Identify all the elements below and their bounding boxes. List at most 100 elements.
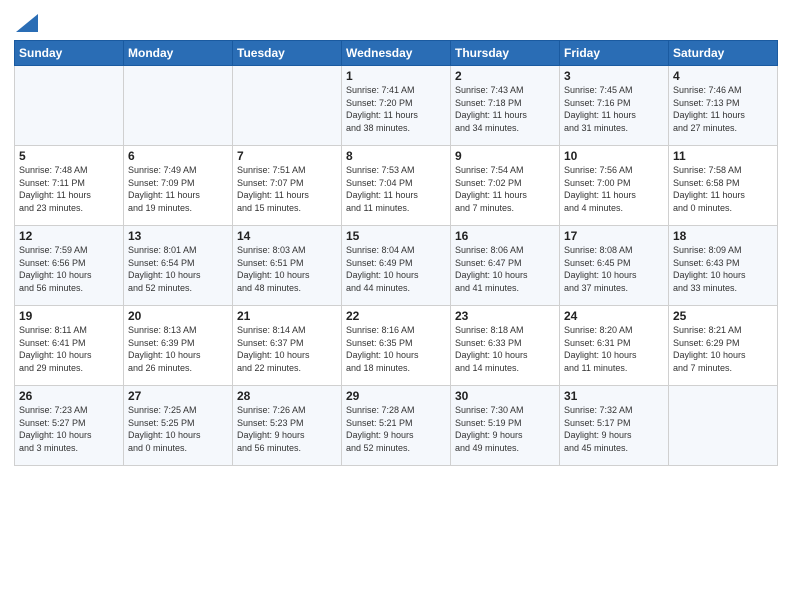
calendar-cell: 13Sunrise: 8:01 AM Sunset: 6:54 PM Dayli… xyxy=(124,226,233,306)
day-info: Sunrise: 8:09 AM Sunset: 6:43 PM Dayligh… xyxy=(673,244,773,294)
calendar-cell: 11Sunrise: 7:58 AM Sunset: 6:58 PM Dayli… xyxy=(669,146,778,226)
day-info: Sunrise: 7:46 AM Sunset: 7:13 PM Dayligh… xyxy=(673,84,773,134)
day-number: 22 xyxy=(346,309,446,323)
page-container: SundayMondayTuesdayWednesdayThursdayFrid… xyxy=(0,0,792,612)
day-number: 19 xyxy=(19,309,119,323)
day-number: 7 xyxy=(237,149,337,163)
calendar-cell xyxy=(15,66,124,146)
calendar-table: SundayMondayTuesdayWednesdayThursdayFrid… xyxy=(14,40,778,466)
day-info: Sunrise: 7:48 AM Sunset: 7:11 PM Dayligh… xyxy=(19,164,119,214)
day-number: 10 xyxy=(564,149,664,163)
day-number: 29 xyxy=(346,389,446,403)
day-number: 16 xyxy=(455,229,555,243)
week-row-3: 12Sunrise: 7:59 AM Sunset: 6:56 PM Dayli… xyxy=(15,226,778,306)
week-row-5: 26Sunrise: 7:23 AM Sunset: 5:27 PM Dayli… xyxy=(15,386,778,466)
calendar-body: 1Sunrise: 7:41 AM Sunset: 7:20 PM Daylig… xyxy=(15,66,778,466)
day-info: Sunrise: 7:49 AM Sunset: 7:09 PM Dayligh… xyxy=(128,164,228,214)
day-info: Sunrise: 8:11 AM Sunset: 6:41 PM Dayligh… xyxy=(19,324,119,374)
calendar-cell: 31Sunrise: 7:32 AM Sunset: 5:17 PM Dayli… xyxy=(560,386,669,466)
calendar-cell: 20Sunrise: 8:13 AM Sunset: 6:39 PM Dayli… xyxy=(124,306,233,386)
calendar-cell: 23Sunrise: 8:18 AM Sunset: 6:33 PM Dayli… xyxy=(451,306,560,386)
day-info: Sunrise: 8:06 AM Sunset: 6:47 PM Dayligh… xyxy=(455,244,555,294)
calendar-cell: 12Sunrise: 7:59 AM Sunset: 6:56 PM Dayli… xyxy=(15,226,124,306)
calendar-cell: 3Sunrise: 7:45 AM Sunset: 7:16 PM Daylig… xyxy=(560,66,669,146)
day-info: Sunrise: 7:56 AM Sunset: 7:00 PM Dayligh… xyxy=(564,164,664,214)
calendar-cell: 27Sunrise: 7:25 AM Sunset: 5:25 PM Dayli… xyxy=(124,386,233,466)
day-info: Sunrise: 7:51 AM Sunset: 7:07 PM Dayligh… xyxy=(237,164,337,214)
logo-icon xyxy=(16,14,38,32)
day-number: 6 xyxy=(128,149,228,163)
day-number: 2 xyxy=(455,69,555,83)
calendar-cell: 29Sunrise: 7:28 AM Sunset: 5:21 PM Dayli… xyxy=(342,386,451,466)
day-info: Sunrise: 7:25 AM Sunset: 5:25 PM Dayligh… xyxy=(128,404,228,454)
day-number: 17 xyxy=(564,229,664,243)
day-info: Sunrise: 8:20 AM Sunset: 6:31 PM Dayligh… xyxy=(564,324,664,374)
weekday-header-sunday: Sunday xyxy=(15,41,124,66)
calendar-cell: 18Sunrise: 8:09 AM Sunset: 6:43 PM Dayli… xyxy=(669,226,778,306)
day-number: 23 xyxy=(455,309,555,323)
week-row-1: 1Sunrise: 7:41 AM Sunset: 7:20 PM Daylig… xyxy=(15,66,778,146)
calendar-cell: 7Sunrise: 7:51 AM Sunset: 7:07 PM Daylig… xyxy=(233,146,342,226)
header xyxy=(14,10,778,34)
calendar-cell: 6Sunrise: 7:49 AM Sunset: 7:09 PM Daylig… xyxy=(124,146,233,226)
day-info: Sunrise: 7:32 AM Sunset: 5:17 PM Dayligh… xyxy=(564,404,664,454)
day-number: 26 xyxy=(19,389,119,403)
week-row-4: 19Sunrise: 8:11 AM Sunset: 6:41 PM Dayli… xyxy=(15,306,778,386)
weekday-header-saturday: Saturday xyxy=(669,41,778,66)
day-number: 13 xyxy=(128,229,228,243)
day-number: 1 xyxy=(346,69,446,83)
calendar-header: SundayMondayTuesdayWednesdayThursdayFrid… xyxy=(15,41,778,66)
day-number: 9 xyxy=(455,149,555,163)
calendar-cell: 24Sunrise: 8:20 AM Sunset: 6:31 PM Dayli… xyxy=(560,306,669,386)
day-number: 12 xyxy=(19,229,119,243)
calendar-cell: 28Sunrise: 7:26 AM Sunset: 5:23 PM Dayli… xyxy=(233,386,342,466)
day-info: Sunrise: 8:08 AM Sunset: 6:45 PM Dayligh… xyxy=(564,244,664,294)
calendar-cell xyxy=(233,66,342,146)
day-info: Sunrise: 7:26 AM Sunset: 5:23 PM Dayligh… xyxy=(237,404,337,454)
calendar-cell: 16Sunrise: 8:06 AM Sunset: 6:47 PM Dayli… xyxy=(451,226,560,306)
day-number: 11 xyxy=(673,149,773,163)
day-info: Sunrise: 8:03 AM Sunset: 6:51 PM Dayligh… xyxy=(237,244,337,294)
day-number: 24 xyxy=(564,309,664,323)
calendar-cell: 14Sunrise: 8:03 AM Sunset: 6:51 PM Dayli… xyxy=(233,226,342,306)
weekday-header-thursday: Thursday xyxy=(451,41,560,66)
day-info: Sunrise: 7:59 AM Sunset: 6:56 PM Dayligh… xyxy=(19,244,119,294)
weekday-header-wednesday: Wednesday xyxy=(342,41,451,66)
weekday-header-monday: Monday xyxy=(124,41,233,66)
day-info: Sunrise: 7:30 AM Sunset: 5:19 PM Dayligh… xyxy=(455,404,555,454)
day-info: Sunrise: 7:54 AM Sunset: 7:02 PM Dayligh… xyxy=(455,164,555,214)
day-info: Sunrise: 8:21 AM Sunset: 6:29 PM Dayligh… xyxy=(673,324,773,374)
week-row-2: 5Sunrise: 7:48 AM Sunset: 7:11 PM Daylig… xyxy=(15,146,778,226)
day-info: Sunrise: 8:18 AM Sunset: 6:33 PM Dayligh… xyxy=(455,324,555,374)
day-info: Sunrise: 7:43 AM Sunset: 7:18 PM Dayligh… xyxy=(455,84,555,134)
calendar-cell: 2Sunrise: 7:43 AM Sunset: 7:18 PM Daylig… xyxy=(451,66,560,146)
day-number: 28 xyxy=(237,389,337,403)
calendar-cell: 5Sunrise: 7:48 AM Sunset: 7:11 PM Daylig… xyxy=(15,146,124,226)
day-number: 15 xyxy=(346,229,446,243)
calendar-cell: 17Sunrise: 8:08 AM Sunset: 6:45 PM Dayli… xyxy=(560,226,669,306)
calendar-cell: 30Sunrise: 7:30 AM Sunset: 5:19 PM Dayli… xyxy=(451,386,560,466)
day-number: 25 xyxy=(673,309,773,323)
calendar-cell: 19Sunrise: 8:11 AM Sunset: 6:41 PM Dayli… xyxy=(15,306,124,386)
day-number: 27 xyxy=(128,389,228,403)
calendar-cell: 10Sunrise: 7:56 AM Sunset: 7:00 PM Dayli… xyxy=(560,146,669,226)
calendar-cell: 4Sunrise: 7:46 AM Sunset: 7:13 PM Daylig… xyxy=(669,66,778,146)
weekday-header-friday: Friday xyxy=(560,41,669,66)
day-info: Sunrise: 7:23 AM Sunset: 5:27 PM Dayligh… xyxy=(19,404,119,454)
weekday-row: SundayMondayTuesdayWednesdayThursdayFrid… xyxy=(15,41,778,66)
day-number: 30 xyxy=(455,389,555,403)
calendar-cell: 1Sunrise: 7:41 AM Sunset: 7:20 PM Daylig… xyxy=(342,66,451,146)
day-number: 5 xyxy=(19,149,119,163)
day-number: 18 xyxy=(673,229,773,243)
day-number: 8 xyxy=(346,149,446,163)
day-info: Sunrise: 7:53 AM Sunset: 7:04 PM Dayligh… xyxy=(346,164,446,214)
calendar-cell: 21Sunrise: 8:14 AM Sunset: 6:37 PM Dayli… xyxy=(233,306,342,386)
calendar-cell: 22Sunrise: 8:16 AM Sunset: 6:35 PM Dayli… xyxy=(342,306,451,386)
calendar-cell xyxy=(124,66,233,146)
weekday-header-tuesday: Tuesday xyxy=(233,41,342,66)
calendar-cell: 25Sunrise: 8:21 AM Sunset: 6:29 PM Dayli… xyxy=(669,306,778,386)
calendar-cell: 9Sunrise: 7:54 AM Sunset: 7:02 PM Daylig… xyxy=(451,146,560,226)
logo xyxy=(14,14,38,34)
day-number: 20 xyxy=(128,309,228,323)
day-number: 21 xyxy=(237,309,337,323)
